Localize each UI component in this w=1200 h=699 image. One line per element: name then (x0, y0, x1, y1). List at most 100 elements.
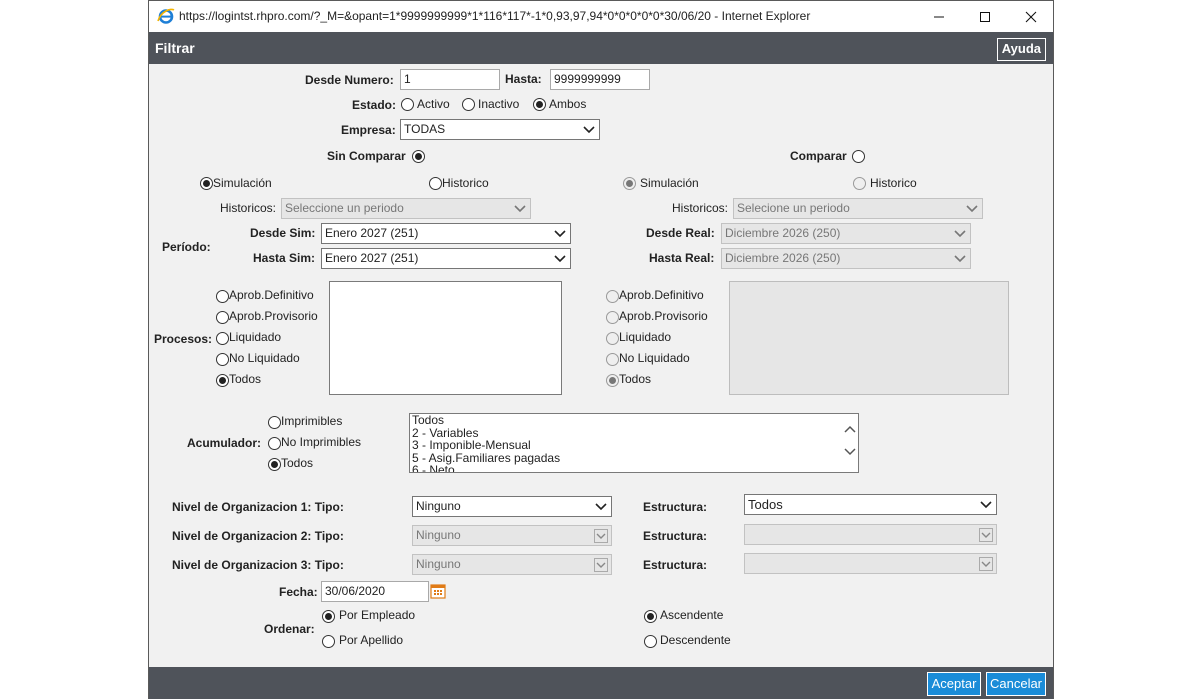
left-proceso-todos-radio[interactable] (216, 374, 229, 387)
org-tipo2-label: Nivel de Organizacion 2: Tipo: (172, 529, 344, 543)
hasta-sim-value: Enero 2027 (251) (325, 251, 419, 265)
acumulador-listbox[interactable]: Todos 2 - Variables 3 - Imponible-Mensua… (409, 413, 859, 473)
hasta-numero-input[interactable]: 9999999999 (550, 69, 650, 90)
left-proceso-todos-label: Todos (229, 372, 262, 386)
org-tipo2-select[interactable]: Ninguno (412, 525, 612, 546)
estructura1-select[interactable]: Todos (744, 494, 997, 515)
por-empleado-label: Por Empleado (339, 608, 416, 622)
estructura2-select[interactable] (744, 524, 997, 545)
close-button[interactable] (1008, 1, 1054, 32)
ordenar-label: Ordenar: (264, 622, 315, 636)
hasta-real-label: Hasta Real: (649, 251, 715, 265)
acumulador-scrollbar[interactable] (842, 414, 858, 472)
acumulador-imprimibles-radio[interactable] (268, 416, 281, 429)
periodo-label: Período: (162, 240, 211, 254)
ascendente-radio[interactable] (644, 610, 657, 623)
org-tipo2-value: Ninguno (416, 528, 461, 542)
desde-sim-label: Desde Sim: (250, 226, 316, 240)
filter-form: Desde Numero: 1 Hasta: 9999999999 Estado… (149, 64, 1053, 667)
chevron-down-icon (554, 230, 566, 238)
chevron-down-icon (583, 126, 595, 134)
desde-sim-select[interactable]: Enero 2027 (251) (321, 223, 571, 244)
left-historicos-select[interactable]: Seleccione un periodo (281, 198, 531, 219)
left-historico-radio[interactable] (429, 177, 442, 190)
right-proceso-no-liquidado-radio[interactable] (606, 353, 619, 366)
por-apellido-radio[interactable] (322, 635, 335, 648)
descendente-radio[interactable] (644, 635, 657, 648)
minimize-button[interactable] (916, 1, 962, 32)
procesos-label: Procesos: (154, 332, 213, 346)
aceptar-button[interactable]: Aceptar (927, 672, 981, 696)
dialog-header: Filtrar Ayuda (149, 32, 1053, 64)
left-proceso-aprob-provisorio-radio[interactable] (216, 311, 229, 324)
right-historico-label: Historico (870, 176, 917, 190)
help-button[interactable]: Ayuda (996, 38, 1046, 61)
right-historico-radio[interactable] (853, 177, 866, 190)
chevron-down-icon (979, 528, 993, 542)
estructura2-label: Estructura: (643, 529, 708, 543)
desde-numero-input[interactable]: 1 (400, 69, 500, 90)
por-empleado-radio[interactable] (322, 610, 335, 623)
title-bar: https://logintst.rhpro.com/?_M=&opant=1*… (149, 1, 1053, 32)
left-procesos-listbox[interactable] (329, 281, 562, 395)
org-tipo1-select[interactable]: Ninguno (412, 496, 612, 517)
right-proceso-no-liquidado-label: No Liquidado (619, 351, 690, 365)
maximize-button[interactable] (962, 1, 1008, 32)
scroll-up-icon[interactable] (844, 424, 856, 434)
fecha-label: Fecha: (279, 585, 318, 599)
estado-ambos-label: Ambos (549, 97, 587, 111)
left-proceso-no-liquidado-radio[interactable] (216, 353, 229, 366)
org-tipo3-select[interactable]: Ninguno (412, 554, 612, 575)
chevron-down-icon (979, 557, 993, 571)
scroll-down-icon[interactable] (844, 447, 856, 457)
estructura3-select[interactable] (744, 553, 997, 574)
estado-ambos-radio[interactable] (533, 98, 546, 111)
left-simulacion-radio[interactable] (200, 177, 213, 190)
estado-inactivo-radio[interactable] (462, 98, 475, 111)
chevron-down-icon (594, 529, 608, 543)
right-proceso-liquidado-radio[interactable] (606, 332, 619, 345)
left-proceso-aprob-definitivo-radio[interactable] (216, 290, 229, 303)
left-proceso-liquidado-radio[interactable] (216, 332, 229, 345)
right-simulacion-radio[interactable] (623, 177, 636, 190)
list-item[interactable]: 6 - Neto (410, 464, 858, 472)
right-proceso-liquidado-label: Liquidado (619, 330, 672, 344)
list-item[interactable]: 3 - Imponible-Mensual (410, 439, 858, 452)
left-proceso-liquidado-label: Liquidado (229, 330, 282, 344)
org-tipo1-label: Nivel de Organizacion 1: Tipo: (172, 500, 344, 514)
acumulador-imprimibles-label: Imprimibles (281, 414, 343, 428)
hasta-sim-select[interactable]: Enero 2027 (251) (321, 248, 571, 269)
hasta-real-select[interactable]: Diciembre 2026 (250) (721, 248, 971, 269)
internet-explorer-icon (157, 8, 175, 24)
empresa-label: Empresa: (341, 123, 396, 137)
sin-comparar-radio[interactable] (412, 150, 425, 163)
right-proceso-aprob-provisorio-radio[interactable] (606, 311, 619, 324)
right-proceso-todos-radio[interactable] (606, 374, 619, 387)
estructura3-label: Estructura: (643, 558, 708, 572)
estado-activo-radio[interactable] (401, 98, 414, 111)
list-item[interactable]: Todos (410, 414, 858, 427)
org-tipo3-label: Nivel de Organizacion 3: Tipo: (172, 558, 344, 572)
desde-real-label: Desde Real: (646, 226, 715, 240)
acumulador-no-imprimibles-label: No Imprimibles (281, 435, 362, 449)
empresa-select[interactable]: TODAS (400, 119, 600, 140)
acumulador-todos-radio[interactable] (268, 458, 281, 471)
empresa-value: TODAS (404, 122, 446, 136)
left-historicos-label: Historicos: (220, 201, 277, 215)
desde-sim-value: Enero 2027 (251) (325, 226, 419, 240)
right-historicos-select[interactable]: Selecione un periodo (733, 198, 983, 219)
right-proceso-aprob-definitivo-radio[interactable] (606, 290, 619, 303)
desde-real-select[interactable]: Diciembre 2026 (250) (721, 223, 971, 244)
dialog-footer: Aceptar Cancelar (149, 667, 1053, 699)
comparar-radio[interactable] (852, 150, 865, 163)
list-item[interactable]: 5 - Asig.Familiares pagadas (410, 451, 858, 465)
acumulador-no-imprimibles-radio[interactable] (268, 437, 281, 450)
hasta-sim-label: Hasta Sim: (253, 251, 316, 265)
calendar-icon[interactable] (430, 582, 446, 600)
dialog-title: Filtrar (155, 40, 195, 56)
chevron-down-icon (595, 503, 607, 511)
right-procesos-listbox[interactable] (729, 281, 1009, 395)
cancelar-button[interactable]: Cancelar (986, 672, 1046, 696)
right-historicos-value: Selecione un periodo (737, 201, 850, 215)
fecha-input[interactable]: 30/06/2020 (321, 581, 429, 602)
